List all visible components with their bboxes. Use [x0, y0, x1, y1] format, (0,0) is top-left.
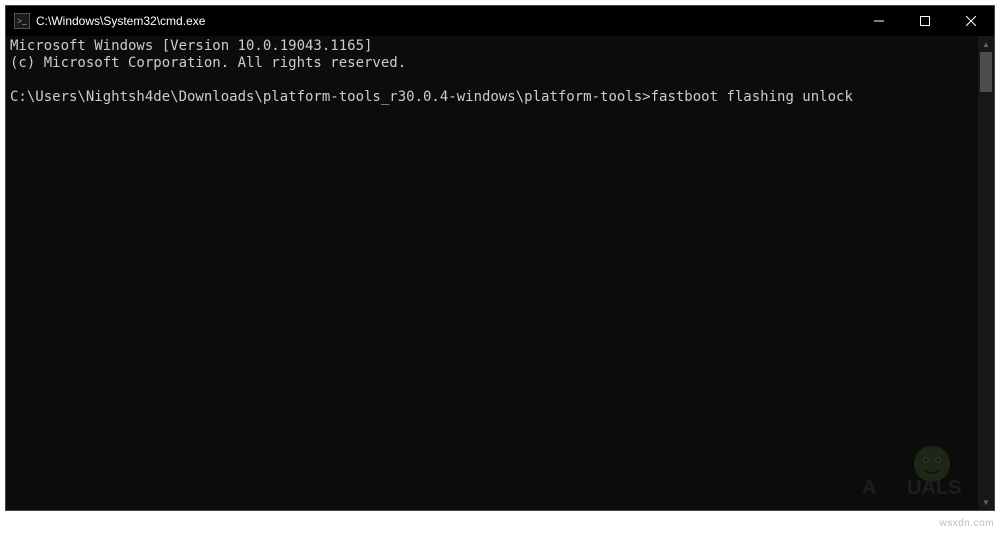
terminal-output[interactable]: Microsoft Windows [Version 10.0.19043.11…: [6, 36, 978, 510]
window-title: C:\Windows\System32\cmd.exe: [36, 14, 205, 28]
vertical-scrollbar[interactable]: ▲ ▼: [978, 36, 994, 510]
cmd-icon: >_: [14, 13, 30, 29]
window-controls: [856, 6, 994, 36]
maximize-button[interactable]: [902, 6, 948, 36]
typed-command: fastboot flashing unlock: [651, 89, 853, 105]
scroll-down-arrow[interactable]: ▼: [978, 494, 994, 510]
terminal-area: Microsoft Windows [Version 10.0.19043.11…: [6, 36, 994, 510]
titlebar[interactable]: >_ C:\Windows\System32\cmd.exe: [6, 6, 994, 36]
scroll-up-arrow[interactable]: ▲: [978, 36, 994, 52]
source-watermark: wsxdn.com: [939, 518, 994, 529]
minimize-button[interactable]: [856, 6, 902, 36]
prompt-line: C:\Users\Nightsh4de\Downloads\platform-t…: [10, 89, 853, 105]
close-button[interactable]: [948, 6, 994, 36]
version-line: Microsoft Windows [Version 10.0.19043.11…: [10, 38, 372, 54]
prompt-path: C:\Users\Nightsh4de\Downloads\platform-t…: [10, 89, 651, 105]
cmd-window: >_ C:\Windows\System32\cmd.exe Microsoft…: [5, 5, 995, 511]
copyright-line: (c) Microsoft Corporation. All rights re…: [10, 55, 406, 71]
svg-text:>_: >_: [17, 16, 27, 26]
scrollbar-thumb[interactable]: [980, 52, 992, 92]
